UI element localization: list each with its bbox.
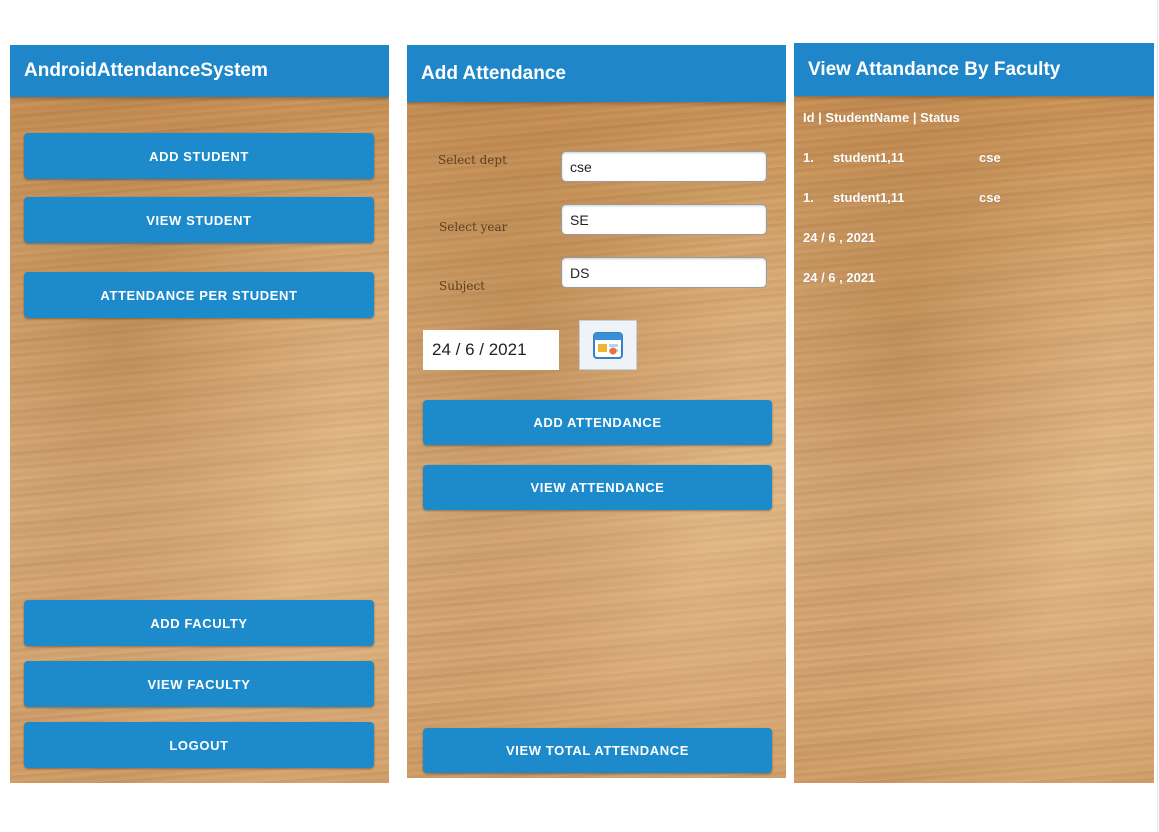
view-attendance-title: View Attandance By Faculty	[808, 58, 1061, 80]
subject-value: DS	[570, 264, 590, 281]
dept-label: Select dept	[438, 153, 507, 167]
row-id: 1.	[803, 190, 814, 205]
view-total-attendance-button[interactable]: VIEW TOTAL ATTENDANCE	[423, 728, 772, 773]
dept-value: cse	[570, 158, 592, 175]
attendance-per-student-button[interactable]: ATTENDANCE PER STUDENT	[24, 272, 374, 318]
calendar-button[interactable]	[579, 320, 637, 370]
add-attendance-screen: Add Attendance Select dept cse Select ye…	[407, 45, 786, 778]
add-attendance-button[interactable]: ADD ATTENDANCE	[423, 400, 772, 445]
add-attendance-title: Add Attendance	[421, 62, 566, 84]
home-screen: AndroidAttendanceSystem ADD STUDENT VIEW…	[10, 45, 389, 783]
date-value: 24 / 6 / 2021	[432, 340, 527, 359]
row-status: cse	[979, 190, 1001, 205]
view-attendance-screen: View Attandance By Faculty Id | StudentN…	[794, 43, 1154, 783]
view-student-button[interactable]: VIEW STUDENT	[24, 197, 374, 243]
home-app-bar: AndroidAttendanceSystem	[10, 45, 389, 97]
add-faculty-button[interactable]: ADD FACULTY	[24, 600, 374, 646]
row-status: cse	[979, 150, 1001, 165]
logout-button[interactable]: LOGOUT	[24, 722, 374, 768]
subject-spinner[interactable]: DS	[561, 257, 767, 288]
year-spinner[interactable]: SE	[561, 204, 767, 235]
calendar-icon	[593, 332, 623, 359]
row-id: 1.	[803, 150, 814, 165]
dept-spinner[interactable]: cse	[561, 151, 767, 182]
attendance-date: 24 / 6 , 2021	[803, 230, 876, 245]
add-student-button[interactable]: ADD STUDENT	[24, 133, 374, 179]
add-attendance-app-bar: Add Attendance	[407, 45, 786, 102]
page-edge	[1157, 0, 1158, 832]
row-student-name: student1,11	[833, 150, 905, 165]
row-student-name: student1,11	[833, 190, 905, 205]
year-value: SE	[570, 211, 589, 228]
table-header: Id | StudentName | Status	[803, 110, 960, 125]
subject-label: Subject	[439, 279, 485, 293]
year-label: Select year	[439, 220, 508, 234]
view-attendance-button[interactable]: VIEW ATTENDANCE	[423, 465, 772, 510]
view-faculty-button[interactable]: VIEW FACULTY	[24, 661, 374, 707]
date-field[interactable]: 24 / 6 / 2021	[423, 330, 559, 370]
view-attendance-app-bar: View Attandance By Faculty	[794, 43, 1154, 96]
attendance-date: 24 / 6 , 2021	[803, 270, 876, 285]
home-title: AndroidAttendanceSystem	[24, 60, 268, 81]
